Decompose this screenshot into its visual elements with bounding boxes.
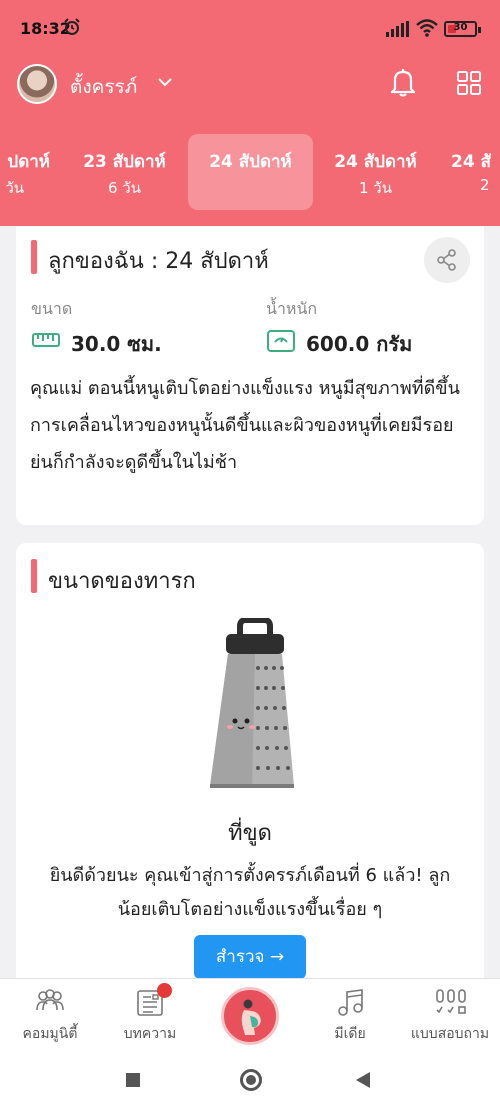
week-tab[interactable]: 23 สัปดาห์ 6 วัน	[62, 134, 187, 210]
week-tab[interactable]: 24 สั 2	[438, 134, 500, 210]
size-value: 30.0 ซม.	[71, 332, 162, 356]
baby-info-card: ลูกของฉัน : 24 สัปดาห์ ขนาด 30.0 ซม. น้ำ…	[16, 226, 484, 525]
battery-level: 30	[453, 22, 468, 33]
nav-community-label: คอมมูนิตี้	[22, 1026, 78, 1042]
nav-community[interactable]: คอมมูนิตี้	[0, 979, 100, 1051]
quiz-icon	[436, 989, 466, 1014]
item-name: ที่ขูด	[228, 821, 272, 846]
week-tab[interactable]: 24 สัปดาห์ 1 วัน	[313, 134, 438, 210]
alarm-icon	[64, 18, 80, 35]
share-button[interactable]	[424, 237, 470, 283]
week-tab-week: 23 สัปดาห์	[83, 152, 166, 172]
pregnancy-icon	[241, 999, 261, 1035]
size-card-title: ขนาดของทารก	[48, 569, 196, 594]
week-tab-week: 24 สั	[451, 152, 491, 172]
week-tab-active[interactable]: 24 สัปดาห์	[188, 134, 313, 210]
week-tab-days: วัน	[5, 179, 24, 197]
nav-quiz-label: แบบสอบถาม	[410, 1026, 490, 1042]
battery-indicator: 30	[444, 21, 481, 37]
week-selector[interactable]: ปดาห์ วัน 23 สัปดาห์ 6 วัน 24 สัปดาห์ 24…	[0, 134, 500, 210]
week-tab-days: 1 วัน	[359, 179, 392, 197]
bottom-navigation: คอมมูนิตี้ บทความ มีเดีย แบบสอบถาม	[0, 978, 500, 1050]
wifi-icon	[416, 19, 438, 37]
nav-quiz[interactable]: แบบสอบถาม	[400, 979, 500, 1051]
battery-tip	[478, 27, 481, 33]
item-description: ยินดีด้วยนะ คุณเข้าสู่การตั้งครรภ์เดือนท…	[49, 865, 451, 920]
grid-icon[interactable]	[457, 71, 481, 95]
baby-card-title: ลูกของฉัน : 24 สัปดาห์	[48, 249, 269, 274]
music-icon	[338, 989, 363, 1016]
top-bar: ตั้งครรภ์	[0, 62, 500, 106]
baby-size-card: ขนาดของทารก ที่ขูด ยินดีด้วยนะ คุณเข้าสู…	[16, 543, 484, 1013]
week-tab-days: 6 วัน	[108, 179, 141, 197]
size-label: ขนาด	[31, 299, 73, 318]
explore-button[interactable]: สำรวจ →	[194, 935, 306, 979]
title-accent	[31, 559, 37, 593]
nav-media-label: มีเดีย	[334, 1026, 366, 1042]
grater-illustration	[210, 618, 294, 788]
system-navigation-bar	[0, 1050, 500, 1111]
scale-icon	[267, 330, 295, 352]
recents-button[interactable]	[126, 1073, 140, 1087]
nav-articles[interactable]: บทความ	[100, 979, 200, 1051]
week-tab-week: 24 สัปดาห์	[209, 152, 292, 172]
share-icon	[437, 249, 456, 271]
bell-icon[interactable]	[390, 67, 416, 97]
nav-articles-label: บทความ	[123, 1026, 177, 1042]
community-icon	[36, 989, 64, 1011]
back-button[interactable]	[356, 1072, 370, 1088]
week-tab-week: 24 สัปดาห์	[334, 152, 417, 172]
ruler-icon	[32, 333, 60, 347]
status-bar: 18:32 30	[0, 0, 500, 56]
week-tab-week: ปดาห์	[7, 152, 50, 172]
profile-name[interactable]: ตั้งครรภ์	[70, 72, 137, 102]
baby-description: คุณแม่ ตอนนี้หนูเติบโตอย่างแข็งแรง หนูมี…	[30, 378, 460, 473]
app-header: 18:32 30 ตั้งครรภ์ ปดาห์ วัน 23 สัปดาห์ …	[0, 0, 500, 226]
pregnancy-home-button[interactable]	[221, 987, 279, 1045]
signal-icon	[386, 21, 409, 37]
week-tab-days: 2	[480, 176, 490, 194]
chevron-down-icon[interactable]	[157, 76, 173, 88]
weight-label: น้ำหนัก	[266, 299, 318, 318]
avatar[interactable]	[17, 64, 57, 104]
title-accent	[31, 240, 37, 274]
weight-value: 600.0 กรัม	[306, 332, 413, 356]
notification-dot	[157, 983, 172, 998]
nav-media[interactable]: มีเดีย	[300, 979, 400, 1051]
week-tab[interactable]: ปดาห์ วัน	[0, 134, 62, 210]
home-button[interactable]	[240, 1069, 262, 1091]
